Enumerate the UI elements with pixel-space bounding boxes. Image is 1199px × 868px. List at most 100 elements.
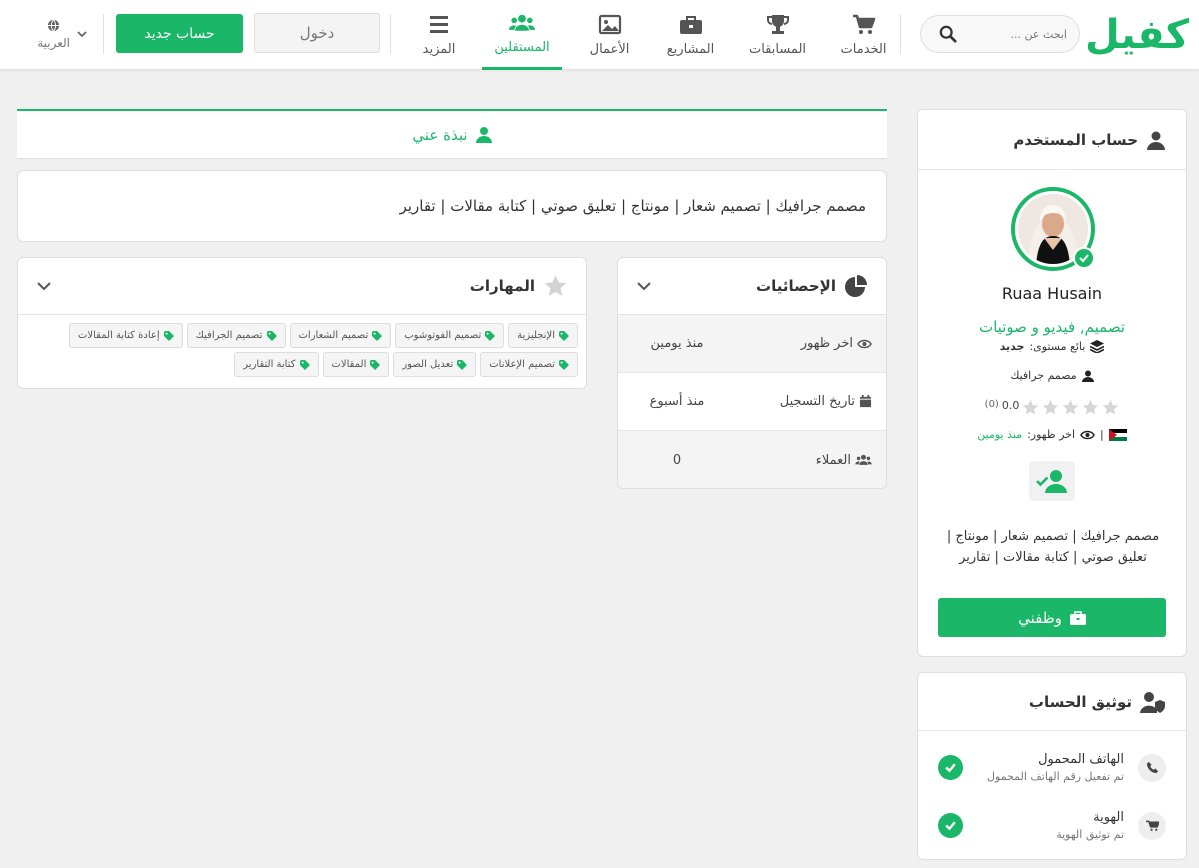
skills-list: الإنجليزية تصميم الفوتوشوب تصميم الشعارات ت… bbox=[18, 315, 586, 377]
nav-more[interactable]: المزيد bbox=[406, 0, 472, 70]
stats-header[interactable]: الإحصائيات bbox=[618, 258, 886, 315]
tag-icon bbox=[370, 359, 381, 370]
profile-headline: تصميم, فيديو و صوتيات bbox=[978, 318, 1126, 336]
verify-item-identity: الهوية تم توثيق الهوية bbox=[938, 810, 1166, 841]
stat-row: اخر ظهور منذ يومين bbox=[618, 315, 886, 373]
verification-title: توثيق الحساب bbox=[1028, 692, 1132, 711]
hire-status-icon bbox=[1029, 461, 1075, 501]
layers-icon bbox=[1090, 340, 1105, 353]
tag-icon bbox=[163, 330, 174, 341]
check-icon bbox=[938, 755, 963, 780]
site-logo[interactable]: كفيل bbox=[1084, 8, 1190, 62]
skill-tag[interactable]: تعديل الصور bbox=[393, 352, 477, 377]
nav-projects[interactable]: المشاريع bbox=[653, 0, 728, 70]
level-value: جديد bbox=[999, 340, 1025, 353]
profile-bio: مصمم جرافيك | تصميم شعار | مونتاج | تعلي… bbox=[946, 529, 1160, 565]
signup-button[interactable]: حساب جديد bbox=[116, 14, 243, 53]
search-box[interactable] bbox=[920, 15, 1080, 53]
profile-name: Ruaa Husain bbox=[1001, 284, 1103, 303]
star-icon bbox=[1043, 399, 1059, 415]
skill-tag-label: تصميم الإعلانات bbox=[489, 359, 555, 370]
eye-icon bbox=[857, 339, 872, 348]
globe-icon bbox=[48, 19, 60, 31]
avatar[interactable] bbox=[1011, 187, 1095, 271]
top-header: كفيل الخدمات المسابقات المشاريع الأعمال … bbox=[0, 0, 1199, 70]
stat-row: تاريخ التسجيل منذ أسبوع bbox=[618, 373, 886, 431]
tag-icon bbox=[372, 330, 383, 341]
last-seen-label: اخر ظهور: bbox=[1027, 428, 1076, 441]
level-label: بائع مستوى: bbox=[1029, 340, 1086, 353]
skill-tag-label: كتابة التقارير bbox=[243, 359, 296, 370]
hire-me-button[interactable]: وظفني bbox=[938, 598, 1166, 637]
skill-tag[interactable]: تصميم الفوتوشوب bbox=[395, 323, 505, 348]
divider bbox=[103, 14, 104, 54]
pie-chart-icon bbox=[845, 275, 867, 297]
verify-item-title: الهوية bbox=[1093, 810, 1124, 825]
tag-icon bbox=[559, 359, 569, 370]
stats-title: الإحصائيات bbox=[756, 277, 836, 295]
user-icon bbox=[1081, 370, 1094, 382]
verify-item-subtitle: تم توثيق الهوية bbox=[1056, 828, 1124, 841]
star-icon bbox=[544, 275, 567, 296]
verification-header: توثيق الحساب bbox=[918, 673, 1186, 731]
stat-value: منذ أسبوع bbox=[649, 394, 705, 409]
cart-icon bbox=[852, 14, 875, 34]
stats-card: الإحصائيات اخر ظهور منذ يومين تاريخ التس… bbox=[617, 257, 887, 489]
calendar-icon bbox=[859, 395, 872, 408]
eye-icon bbox=[1080, 430, 1095, 439]
users-icon bbox=[509, 14, 535, 31]
rating-row: (0) 0.0 bbox=[918, 399, 1186, 416]
tag-icon bbox=[266, 330, 277, 341]
skills-title: المهارات bbox=[469, 277, 535, 295]
stat-label: تاريخ التسجيل bbox=[779, 394, 855, 409]
nav-label: المستقلين bbox=[494, 40, 550, 55]
login-button[interactable]: دخول bbox=[254, 13, 380, 53]
profile-card: حساب المستخدم Ruaa Husain تصميم, فيديو و… bbox=[917, 109, 1187, 657]
skill-tag[interactable]: المقالات bbox=[322, 352, 390, 377]
briefcase-icon bbox=[1069, 610, 1086, 625]
skill-tag[interactable]: الإنجليزية bbox=[508, 323, 578, 348]
verify-item-subtitle: تم تفعيل رقم الهاتف المحمول bbox=[986, 770, 1124, 783]
star-icon bbox=[1083, 399, 1099, 415]
last-seen-row: | اخر ظهور: منذ يومين bbox=[918, 428, 1186, 441]
skills-header[interactable]: المهارات bbox=[18, 258, 586, 315]
nav-freelancers[interactable]: المستقلين bbox=[482, 0, 562, 70]
skills-card: المهارات الإنجليزية تصميم الفوتوشوب تصميم … bbox=[17, 257, 587, 389]
nav-contests[interactable]: المسابقات bbox=[740, 0, 815, 70]
search-input[interactable] bbox=[957, 27, 1067, 41]
skill-tag[interactable]: تصميم الإعلانات bbox=[480, 352, 578, 377]
tag-icon bbox=[485, 330, 496, 341]
skill-tag-label: إعادة كتابة المقالات bbox=[77, 330, 160, 341]
skill-tag[interactable]: تصميم الشعارات bbox=[289, 323, 392, 348]
chevron-down-icon[interactable] bbox=[36, 278, 52, 294]
star-icon bbox=[1103, 399, 1119, 415]
tag-icon bbox=[559, 330, 569, 341]
about-card: مصمم جرافيك | تصميم شعار | مونتاج | تعلي… bbox=[17, 170, 887, 242]
nav-works[interactable]: الأعمال bbox=[572, 0, 647, 70]
role-text: مصمم جرافيك bbox=[1010, 369, 1077, 382]
tag-icon bbox=[457, 359, 468, 370]
skill-tag[interactable]: كتابة التقارير bbox=[234, 352, 319, 377]
user-icon bbox=[475, 127, 492, 143]
briefcase-icon bbox=[679, 15, 702, 34]
tab-about[interactable]: نبذة عني bbox=[17, 109, 887, 159]
nav-label: المشاريع bbox=[666, 41, 715, 57]
chevron-down-icon bbox=[77, 31, 87, 38]
nav-services[interactable]: الخدمات bbox=[826, 0, 901, 70]
search-icon[interactable] bbox=[939, 25, 957, 43]
skill-tag[interactable]: تصميم الجرافيك bbox=[186, 323, 286, 348]
chevron-down-icon[interactable] bbox=[636, 278, 652, 294]
about-text: مصمم جرافيك | تصميم شعار | مونتاج | تعلي… bbox=[399, 197, 866, 215]
tab-label: نبذة عني bbox=[412, 125, 468, 144]
rating-count: (0) bbox=[984, 399, 999, 410]
language-selector[interactable]: العربية bbox=[14, 14, 88, 54]
skill-tag-label: تصميم الفوتوشوب bbox=[404, 330, 482, 341]
stat-label: العملاء bbox=[815, 452, 851, 468]
skill-tag[interactable]: إعادة كتابة المقالات bbox=[68, 323, 183, 348]
rating-stars: (0) 0.0 bbox=[985, 399, 1120, 416]
jordan-flag-icon bbox=[1108, 428, 1127, 441]
menu-icon bbox=[430, 15, 448, 33]
logo-text: كفيل bbox=[1084, 12, 1190, 58]
nav-label: الخدمات bbox=[840, 41, 887, 57]
skill-tag-label: تصميم الشعارات bbox=[298, 330, 369, 341]
